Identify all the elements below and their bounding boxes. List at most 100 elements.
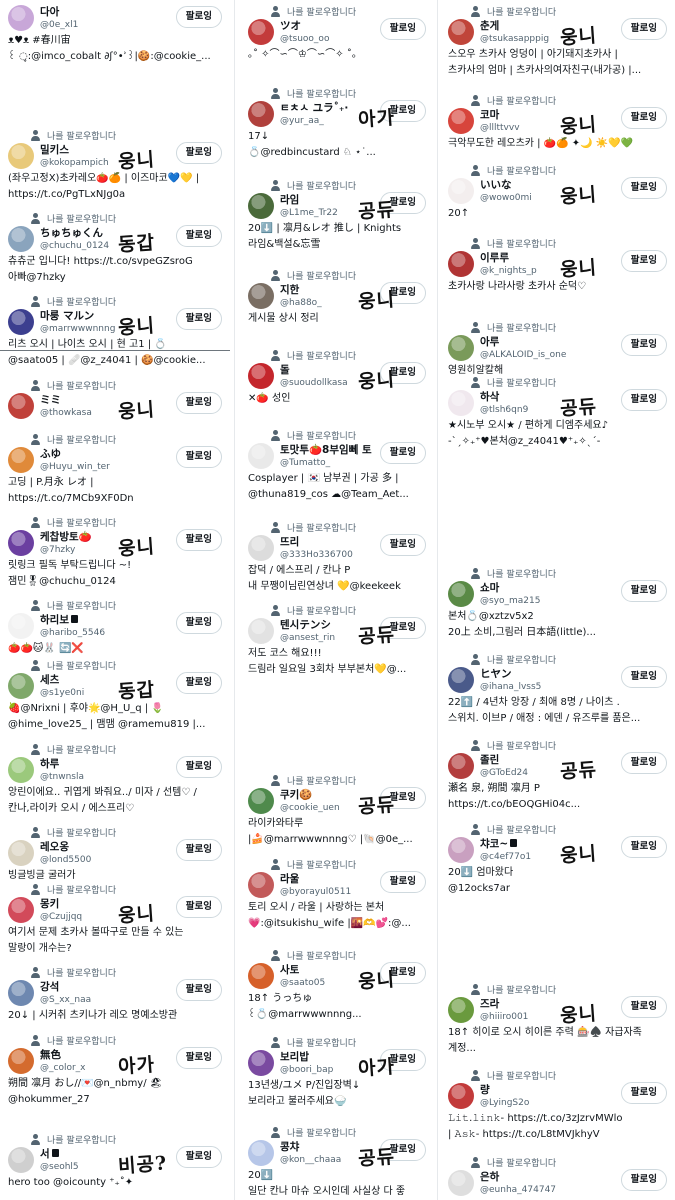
following-button[interactable]: 팔로잉	[175, 308, 222, 330]
follower-card[interactable]: 나를 팔로우합니다 텐시テンシ @ansest_rin 저도 코스 해요!!! 드림라 …	[240, 603, 434, 676]
following-button[interactable]: 팔로잉	[175, 446, 222, 468]
avatar[interactable]	[448, 753, 474, 779]
avatar[interactable]	[8, 840, 34, 866]
avatar[interactable]	[248, 1050, 274, 1076]
display-name[interactable]: 챠코~	[480, 838, 508, 850]
following-button[interactable]: 팔로잉	[620, 107, 667, 129]
follower-card[interactable]: 나를 팔로우합니다 케찹방토🍅 @7hzky 릿링크 필독 부탁드립니다 ~! 잼민🎖@…	[0, 515, 230, 588]
following-button[interactable]: 팔로잉	[379, 534, 426, 556]
follower-card[interactable]: 나를 팔로우합니다 챠코~ @c4ef77o1 20⬇️ 엄마왔다 @12ocks7ar…	[440, 822, 675, 895]
avatar[interactable]	[448, 1083, 474, 1109]
follower-card[interactable]: 나를 팔로우합니다 뜨리 @333Ho336700 잡덕 / 에스프리 / 칸나 P내…	[240, 520, 434, 593]
avatar[interactable]	[448, 19, 474, 45]
avatar[interactable]	[448, 581, 474, 607]
avatar[interactable]	[248, 788, 274, 814]
following-button[interactable]: 팔로잉	[620, 18, 667, 40]
avatar[interactable]	[8, 897, 34, 923]
following-button[interactable]: 팔로잉	[175, 142, 222, 164]
following-button[interactable]: 팔로잉	[620, 580, 667, 602]
avatar[interactable]	[8, 530, 34, 556]
following-button[interactable]: 팔로잉	[620, 389, 667, 411]
avatar[interactable]	[448, 997, 474, 1023]
avatar[interactable]	[8, 757, 34, 783]
avatar[interactable]	[8, 673, 34, 699]
follower-card[interactable]: 나를 팔로우합니다 아루 @ALKALOID_is_one 영원히알칼해 팔로잉	[440, 320, 675, 377]
follower-card[interactable]: 나를 팔로우합니다 코마 @lllttvvv 극악무도한 레오츠카 | 🍅🍊 ✦🌙 ☀…	[440, 93, 675, 150]
avatar[interactable]	[8, 447, 34, 473]
avatar[interactable]	[8, 5, 34, 31]
avatar[interactable]	[248, 443, 274, 469]
avatar[interactable]	[448, 390, 474, 416]
follower-card[interactable]: 나를 팔로우합니다 ちゅちゅくん @chuchu_0124 츄츄군 입니다! http…	[0, 211, 230, 284]
follower-card[interactable]: 나를 팔로우합니다 춘게 @tsukasapppig 스오우 츠카사 엉덩이 | 아기…	[440, 4, 675, 77]
avatar[interactable]	[248, 283, 274, 309]
follower-card[interactable]: 나를 팔로우합니다 레오옹 @lond5500 빙글빙글 굴러가 팔로잉	[0, 825, 230, 882]
avatar[interactable]	[448, 667, 474, 693]
following-button[interactable]: 팔로잉	[620, 1169, 667, 1191]
avatar[interactable]	[8, 143, 34, 169]
following-button[interactable]: 팔로잉	[620, 334, 667, 356]
avatar[interactable]	[248, 101, 274, 127]
follower-card[interactable]: 나를 팔로우합니다 서 @seohl5 hero too @oicounty ⁺₊˚✦…	[0, 1132, 230, 1189]
avatar[interactable]	[248, 1140, 274, 1166]
following-button[interactable]: 팔로잉	[620, 666, 667, 688]
follower-card[interactable]: 나를 팔로우합니다 지한 @ha88o_ 게시물 상시 정리 팔로잉 웅니	[240, 268, 434, 325]
avatar[interactable]	[248, 618, 274, 644]
avatar[interactable]	[248, 363, 274, 389]
follower-card[interactable]: 나를 팔로우합니다 ふゆ @Huyu_win_ter 고딩 | P.月永 レオ | ht…	[0, 432, 230, 505]
display-name[interactable]: 서	[40, 1148, 50, 1160]
following-button[interactable]: 팔로잉	[175, 979, 222, 1001]
following-button[interactable]: 팔로잉	[175, 839, 222, 861]
following-button[interactable]: 팔로잉	[175, 6, 222, 28]
follower-card[interactable]: 나를 팔로우합니다 토맛투🍅8부임뻬 토 @Tumatto_ Cosplayer | …	[240, 428, 434, 501]
follower-card[interactable]: 나를 팔로우합니다 ㅌㅊㅅ ユラ˚₊· @yur_aa_ 17↓ 💍@redbincus…	[240, 86, 434, 159]
avatar[interactable]	[8, 613, 34, 639]
avatar[interactable]	[8, 309, 34, 335]
follower-card[interactable]: 나를 팔로우합니다 쇼마 @syo_ma215 본처💍@xztzv5x2 20上 소비,…	[440, 566, 675, 639]
avatar[interactable]	[448, 335, 474, 361]
follower-card[interactable]: 나를 팔로우합니다 밀키스 @kokopampich (좌우고정X)초카레오🍅🍊 | …	[0, 128, 230, 201]
follower-card[interactable]: 나를 팔로우합니다 은하 @eunha_474747 팔로잉	[440, 1155, 675, 1196]
avatar[interactable]	[448, 108, 474, 134]
follower-card[interactable]: 나를 팔로우합니다 ヒヤン @ihana_lvss5 22⬆️ / 4년차 앙장 / …	[440, 652, 675, 725]
avatar[interactable]	[248, 535, 274, 561]
following-button[interactable]: 팔로잉	[620, 1082, 667, 1104]
following-button[interactable]: 팔로잉	[379, 442, 426, 464]
follower-card[interactable]: 나를 팔로우합니다 하삭 @tlsh6qn9 ★시노부 오시★ / 편하게 디엠주세요…	[440, 375, 675, 448]
following-button[interactable]: 팔로잉	[620, 752, 667, 774]
follower-card[interactable]: 나를 팔로우합니다 량 @LyingS2o 𝙻𝚒𝚝.𝚕𝚒𝚗𝚔- https://t.c…	[440, 1068, 675, 1141]
follower-card[interactable]: 나를 팔로우합니다 ミミ @thowkasa 팔로잉 웅니	[0, 378, 230, 423]
avatar[interactable]	[448, 178, 474, 204]
follower-card[interactable]: 다아 @0e_xl1 ᴥ♥ᴥ #春川宙 ꒰ ◌̥:@imco_cobalt ∂ʃ°•ʾ…	[0, 4, 230, 63]
follower-card[interactable]: 나를 팔로우합니다 세츠 @s1ye0ni 🍓@Nrixni | 후야🌟@H_U_q …	[0, 658, 230, 731]
display-name[interactable]: 하리보	[40, 614, 69, 626]
avatar[interactable]	[8, 393, 34, 419]
following-button[interactable]: 팔로잉	[620, 836, 667, 858]
avatar[interactable]	[8, 980, 34, 1006]
following-button[interactable]: 팔로잉	[175, 1047, 222, 1069]
follower-card[interactable]: 나를 팔로우합니다 이루루 @k_nights_p 초카사랑 나라사랑 초카사 순덕♡…	[440, 236, 675, 293]
follower-card[interactable]: 나를 팔로우합니다 無色 @_color_x 朔間 凛月 おし//💌@n_nbmy/ …	[0, 1033, 230, 1106]
follower-card[interactable]: 나를 팔로우합니다 보리밥 @boori_bap 13년생/ユメ P/진입장벽↓ 보리라…	[240, 1035, 434, 1108]
avatar[interactable]	[8, 1147, 34, 1173]
following-button[interactable]: 팔로잉	[175, 612, 222, 634]
following-button[interactable]: 팔로잉	[379, 18, 426, 40]
avatar[interactable]	[8, 226, 34, 252]
follower-card[interactable]: 나를 팔로우합니다 라울 @byorayul0511 토리 오시 / 라울 | 사랑하…	[240, 857, 434, 930]
avatar[interactable]	[248, 872, 274, 898]
follower-card[interactable]: 나를 팔로우합니다 마룽 マルン @marrwwwnnng 리츠 오시 | 나이츠 오…	[0, 294, 230, 367]
following-button[interactable]: 팔로잉	[175, 756, 222, 778]
following-button[interactable]: 팔로잉	[175, 225, 222, 247]
following-button[interactable]: 팔로잉	[175, 896, 222, 918]
following-button[interactable]: 팔로잉	[379, 871, 426, 893]
following-button[interactable]: 팔로잉	[620, 177, 667, 199]
following-button[interactable]: 팔로잉	[620, 996, 667, 1018]
follower-card[interactable]: 나를 팔로우합니다 いいな @wowo0mi 20↑ 팔로잉 웅니	[440, 163, 675, 220]
following-button[interactable]: 팔로잉	[620, 250, 667, 272]
follower-card[interactable]: 나를 팔로우합니다 ツオ @tsuoo_oo ｡˚ ✧⌒∽⌒♔⌒∽⌒✧ ˚｡ 팔로잉	[240, 4, 434, 61]
follower-card[interactable]: 나를 팔로우합니다 하리보 @haribo_5546 🍅🍅🐱🐰 🔄❌ 팔로잉	[0, 598, 230, 655]
following-button[interactable]: 팔로잉	[175, 672, 222, 694]
follower-card[interactable]: 나를 팔로우합니다 졸린 @GToEd24 瀬名 泉, 朔間 凛月 Phttps://…	[440, 738, 675, 811]
follower-card[interactable]: 나를 팔로우합니다 라임 @L1me_Tr22 20⬇️ | 凛月&レオ 推し | K…	[240, 178, 434, 251]
follower-card[interactable]: 나를 팔로우합니다 쿠키🍪 @cookie_uen 라이카와타루 |🍰@marrwwwn…	[240, 773, 434, 846]
